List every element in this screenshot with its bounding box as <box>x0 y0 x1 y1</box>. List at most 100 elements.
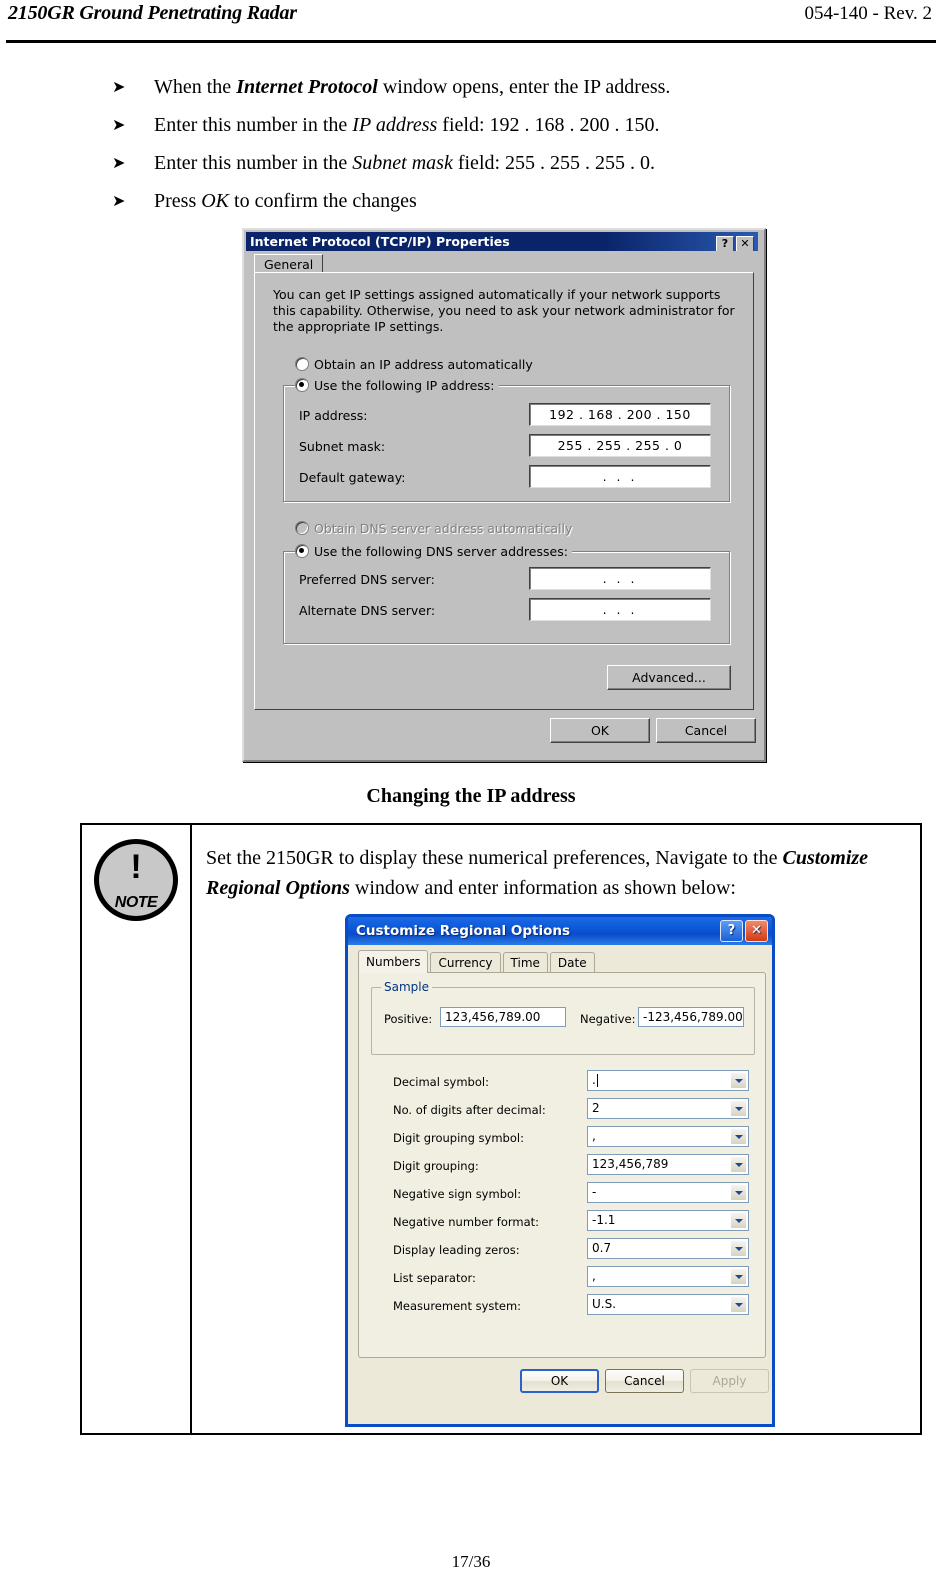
instruction-list: ➤ When the Internet Protocol window open… <box>112 72 872 224</box>
chevron-down-icon[interactable] <box>730 1268 747 1285</box>
text-caret <box>597 1074 598 1087</box>
preferred-dns-input[interactable]: . . . <box>529 567 711 590</box>
display-leading-zeros-label: Display leading zeros: <box>393 1243 520 1257</box>
tab-date[interactable]: Date <box>549 952 595 973</box>
negative-sign-symbol-combobox[interactable]: - <box>587 1182 749 1203</box>
ok-button[interactable]: OK <box>550 718 650 743</box>
radio-obtain-ip-automatically[interactable]: Obtain an IP address automatically <box>295 357 533 372</box>
chevron-down-icon[interactable] <box>730 1212 747 1229</box>
ok-button[interactable]: OK <box>520 1369 599 1393</box>
decimal-symbol-label: Decimal symbol: <box>393 1075 489 1089</box>
negative-sign-symbol-label: Negative sign symbol: <box>393 1187 522 1201</box>
setting-row-negative-sign-symbol: Negative sign symbol: - <box>371 1181 753 1209</box>
setting-row-digits-after-decimal: No. of digits after decimal: 2 <box>371 1097 753 1125</box>
negative-number-format-value: -1.1 <box>592 1213 616 1227</box>
list-separator-combobox[interactable]: , <box>587 1266 749 1287</box>
note-text: Set the 2150GR to display these numerica… <box>206 847 869 899</box>
chevron-down-icon[interactable] <box>730 1072 747 1089</box>
titlebar-buttons: ? ✕ <box>716 236 754 251</box>
tab-currency[interactable]: Currency <box>430 952 501 973</box>
ip-address-label: IP address: <box>299 408 368 423</box>
setting-row-list-separator: List separator: , <box>371 1265 753 1293</box>
tab-numbers[interactable]: Numbers <box>358 950 429 973</box>
measurement-system-label: Measurement system: <box>393 1299 522 1313</box>
display-leading-zeros-combobox[interactable]: 0.7 <box>587 1238 749 1259</box>
page-header: 2150GR Ground Penetrating Radar 054-140 … <box>0 0 942 46</box>
digit-grouping-label: Digit grouping: <box>393 1159 479 1173</box>
measurement-system-value: U.S. <box>592 1297 617 1311</box>
arrow-bullet-icon: ➤ <box>112 77 126 96</box>
digits-after-decimal-label: No. of digits after decimal: <box>393 1103 546 1117</box>
note-label: NOTE <box>114 894 158 911</box>
negative-sample-value: -123,456,789.00 <box>638 1007 744 1027</box>
dialog-title-text: Internet Protocol (TCP/IP) Properties <box>250 234 510 249</box>
close-icon[interactable]: ✕ <box>745 920 768 942</box>
digit-grouping-value: 123,456,789 <box>592 1157 669 1171</box>
setting-row-measurement-system: Measurement system: U.S. <box>371 1293 753 1321</box>
exclamation-icon: ! <box>130 848 142 886</box>
chevron-down-icon[interactable] <box>730 1100 747 1117</box>
list-separator-label: List separator: <box>393 1271 476 1285</box>
alternate-dns-label: Alternate DNS server: <box>299 603 436 618</box>
digit-grouping-symbol-label: Digit grouping symbol: <box>393 1131 524 1145</box>
close-icon[interactable]: ✕ <box>736 236 754 251</box>
chevron-down-icon[interactable] <box>730 1156 747 1173</box>
setting-row-digit-grouping-symbol: Digit grouping symbol: , <box>371 1125 753 1153</box>
advanced-button[interactable]: Advanced... <box>607 665 731 690</box>
list-item-text: When the Internet Protocol window opens,… <box>154 76 671 98</box>
figure-caption: Changing the IP address <box>366 785 576 807</box>
negative-number-format-label: Negative number format: <box>393 1215 540 1229</box>
default-gateway-input[interactable]: . . . <box>529 465 711 488</box>
alternate-dns-input[interactable]: . . . <box>529 598 711 621</box>
document-title: 2150GR Ground Penetrating Radar <box>8 2 297 24</box>
decimal-symbol-combobox[interactable]: . <box>587 1070 749 1091</box>
list-item-text: Enter this number in the IP address fiel… <box>154 114 660 136</box>
chevron-down-icon[interactable] <box>730 1240 747 1257</box>
radio-use-following-ip[interactable]: Use the following IP address: <box>295 378 499 393</box>
digit-grouping-symbol-value: , <box>592 1129 596 1143</box>
negative-label: Negative: <box>580 1012 636 1026</box>
help-icon[interactable]: ? <box>716 236 734 251</box>
note-box: ! NOTE Set the 2150GR to display these n… <box>80 823 922 1435</box>
setting-row-decimal-symbol: Decimal symbol: . <box>371 1069 753 1097</box>
cancel-button[interactable]: Cancel <box>605 1369 684 1393</box>
default-gateway-label: Default gateway: <box>299 470 406 485</box>
positive-sample-value: 123,456,789.00 <box>440 1007 566 1027</box>
setting-row-negative-number-format: Negative number format: -1.1 <box>371 1209 753 1237</box>
setting-row-display-leading-zeros: Display leading zeros: 0.7 <box>371 1237 753 1265</box>
chevron-down-icon[interactable] <box>730 1128 747 1145</box>
measurement-system-combobox[interactable]: U.S. <box>587 1294 749 1315</box>
tcpip-properties-dialog: Internet Protocol (TCP/IP) Properties ? … <box>242 228 766 762</box>
negative-sign-symbol-value: - <box>592 1185 597 1199</box>
radio-obtain-dns-automatically[interactable]: Obtain DNS server address automatically <box>295 521 572 536</box>
numbers-tab-panel: Sample Positive: 123,456,789.00 Negative… <box>358 972 766 1358</box>
digit-grouping-combobox[interactable]: 123,456,789 <box>587 1154 749 1175</box>
radio-dot-icon <box>295 544 309 558</box>
list-item: ➤ Enter this number in the IP address fi… <box>112 110 872 148</box>
setting-row-digit-grouping: Digit grouping: 123,456,789 <box>371 1153 753 1181</box>
panel-description: You can get IP settings assigned automat… <box>273 287 735 334</box>
general-tab-panel: You can get IP settings assigned automat… <box>254 272 754 710</box>
chevron-down-icon[interactable] <box>730 1184 747 1201</box>
note-divider <box>190 825 192 1433</box>
help-icon[interactable]: ? <box>720 920 743 942</box>
arrow-bullet-icon: ➤ <box>112 115 126 134</box>
list-item: ➤ When the Internet Protocol window open… <box>112 72 872 110</box>
radio-use-following-dns[interactable]: Use the following DNS server addresses: <box>295 544 572 559</box>
negative-number-format-combobox[interactable]: -1.1 <box>587 1210 749 1231</box>
tab-time[interactable]: Time <box>502 952 548 973</box>
radio-label: Use the following DNS server addresses: <box>314 544 568 559</box>
ip-address-input[interactable]: 192 . 168 . 200 . 150 <box>529 403 711 426</box>
sample-group-label: Sample <box>381 980 432 994</box>
chevron-down-icon[interactable] <box>730 1296 747 1313</box>
radio-dot-icon <box>295 378 309 392</box>
tab-strip: General <box>254 254 752 275</box>
list-item: ➤ Enter this number in the Subnet mask f… <box>112 148 872 186</box>
apply-button: Apply <box>690 1369 769 1393</box>
page-footer: 17/36 <box>451 1552 491 1571</box>
digits-after-decimal-combobox[interactable]: 2 <box>587 1098 749 1119</box>
display-leading-zeros-value: 0.7 <box>592 1241 612 1255</box>
subnet-mask-input[interactable]: 255 . 255 . 255 . 0 <box>529 434 711 457</box>
cancel-button[interactable]: Cancel <box>656 718 756 743</box>
digit-grouping-symbol-combobox[interactable]: , <box>587 1126 749 1147</box>
